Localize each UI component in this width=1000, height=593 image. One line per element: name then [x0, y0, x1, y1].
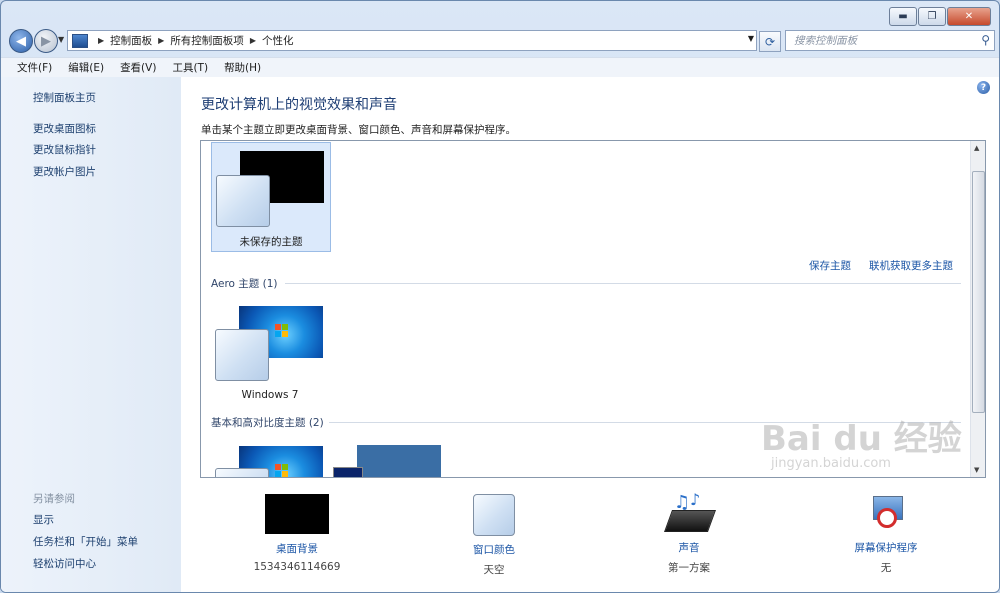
personalization-window: ▬ ❐ ✕ ◀ ▶ ▼ ▶ 控制面板 ▶ 所有控制面板项 ▶ 个性化 ▼ ⟳ 搜…: [0, 0, 1000, 593]
window-glass-preview: [215, 468, 269, 477]
theme-classic[interactable]: [331, 441, 449, 477]
link-change-mouse-pointers[interactable]: 更改鼠标指针: [33, 142, 96, 157]
scroll-up-icon[interactable]: ▲: [974, 144, 979, 152]
navigation-bar: ◀ ▶ ▼ ▶ 控制面板 ▶ 所有控制面板项 ▶ 个性化 ▼ ⟳ 搜索控制面板 …: [7, 28, 995, 54]
sound-icon: ♫ ♪: [663, 490, 717, 536]
screen-saver-icon: [867, 494, 905, 534]
baidu-watermark: Bai du 经验 jingyan.baidu.com: [761, 411, 962, 471]
recent-pages-dropdown-icon[interactable]: ▼: [58, 35, 64, 44]
sounds-item[interactable]: ♫ ♪ 声音 第一方案: [629, 490, 749, 575]
sounds-value: 第一方案: [668, 562, 710, 574]
content-area: 控制面板主页 更改桌面图标 更改鼠标指针 更改帐户图片 另请参阅 显示 任务栏和…: [1, 77, 999, 592]
breadcrumb-personalization[interactable]: 个性化: [262, 33, 294, 48]
desktop-background-item[interactable]: 桌面背景 1534346114669: [237, 494, 357, 573]
link-change-account-picture[interactable]: 更改帐户图片: [33, 164, 96, 179]
window-color-label[interactable]: 窗口颜色: [434, 542, 554, 557]
chevron-right-icon[interactable]: ▶: [250, 36, 256, 45]
theme-actions: 保存主题 联机获取更多主题: [791, 258, 953, 273]
watermark-brand: Bai du 经验: [761, 419, 962, 459]
menu-view[interactable]: 查看(V): [120, 60, 156, 75]
theme-unsaved[interactable]: 未保存的主题: [211, 142, 331, 252]
theme-list-scrollbar[interactable]: ▲ ▼: [970, 141, 985, 477]
link-display[interactable]: 显示: [33, 512, 54, 527]
screen-saver-value: 无: [880, 562, 892, 574]
link-ease-of-access[interactable]: 轻松访问中心: [33, 556, 96, 571]
search-placeholder: 搜索控制面板: [794, 35, 857, 47]
screen-saver-item[interactable]: 屏幕保护程序 无: [826, 494, 946, 575]
chevron-right-icon[interactable]: ▶: [98, 36, 104, 45]
breadcrumb-control-panel[interactable]: 控制面板: [110, 33, 152, 48]
category-divider: [285, 283, 961, 284]
link-taskbar-start-menu[interactable]: 任务栏和「开始」菜单: [33, 534, 138, 549]
window-glass-preview: [216, 175, 270, 227]
forward-button[interactable]: ▶: [34, 29, 58, 53]
page-title: 更改计算机上的视觉效果和声音: [201, 97, 397, 113]
window-color-item[interactable]: 窗口颜色 天空: [434, 494, 554, 577]
screen-saver-label[interactable]: 屏幕保护程序: [826, 540, 946, 555]
theme-name: 未保存的主题: [239, 236, 303, 248]
page-subtitle: 单击某个主题立即更改桌面背景、窗口颜色、声音和屏幕保护程序。: [201, 124, 516, 136]
chevron-right-icon[interactable]: ▶: [158, 36, 164, 45]
save-theme-link[interactable]: 保存主题: [809, 258, 851, 273]
breadcrumb-all-items[interactable]: 所有控制面板项: [170, 33, 244, 48]
refresh-button[interactable]: ⟳: [759, 31, 781, 52]
theme-windows-7-basic[interactable]: [211, 441, 329, 477]
desktop-background-icon: [265, 494, 329, 534]
close-button[interactable]: ✕: [947, 7, 991, 26]
menu-help[interactable]: 帮助(H): [224, 60, 261, 75]
desktop-background-value: 1534346114669: [253, 561, 341, 573]
menu-bar: 文件(F) 编辑(E) 查看(V) 工具(T) 帮助(H): [1, 57, 999, 78]
desktop-background-label[interactable]: 桌面背景: [237, 541, 357, 556]
link-change-desktop-icons[interactable]: 更改桌面图标: [33, 121, 96, 136]
link-control-panel-home[interactable]: 控制面板主页: [33, 90, 96, 105]
help-icon[interactable]: ?: [977, 81, 990, 94]
theme-preview-classic: [357, 445, 441, 477]
scroll-down-icon[interactable]: ▼: [974, 466, 979, 474]
search-input[interactable]: 搜索控制面板 ⚲: [785, 30, 995, 51]
window-color-icon: [473, 494, 515, 536]
theme-windows-7[interactable]: Windows 7: [211, 301, 329, 409]
menu-file[interactable]: 文件(F): [17, 60, 52, 75]
scrollbar-thumb[interactable]: [972, 171, 985, 413]
caption-buttons: ▬ ❐ ✕: [888, 7, 991, 26]
address-dropdown-icon[interactable]: ▼: [748, 34, 754, 43]
control-panel-icon: [72, 33, 88, 48]
address-bar[interactable]: ▶ 控制面板 ▶ 所有控制面板项 ▶ 个性化 ▼: [67, 30, 757, 51]
back-button[interactable]: ◀: [9, 29, 33, 53]
see-also-heading: 另请参阅: [33, 493, 75, 505]
menu-tools[interactable]: 工具(T): [172, 60, 208, 75]
search-icon[interactable]: ⚲: [981, 33, 990, 47]
window-glass-preview: [215, 329, 269, 381]
maximize-button[interactable]: ❐: [918, 7, 946, 26]
sounds-label[interactable]: 声音: [629, 540, 749, 555]
windows-logo-icon: [275, 464, 289, 477]
task-pane: 控制面板主页 更改桌面图标 更改鼠标指针 更改帐户图片 另请参阅 显示 任务栏和…: [1, 77, 181, 592]
minimize-button[interactable]: ▬: [889, 7, 917, 26]
windows-logo-icon: [275, 324, 289, 338]
classic-window-preview: [333, 467, 363, 477]
category-aero: Aero 主题 (1): [211, 278, 278, 290]
menu-edit[interactable]: 编辑(E): [68, 60, 104, 75]
category-basic: 基本和高对比度主题 (2): [211, 417, 324, 429]
window-color-value: 天空: [483, 564, 505, 576]
theme-name: Windows 7: [241, 389, 299, 401]
get-more-themes-link[interactable]: 联机获取更多主题: [869, 258, 953, 273]
